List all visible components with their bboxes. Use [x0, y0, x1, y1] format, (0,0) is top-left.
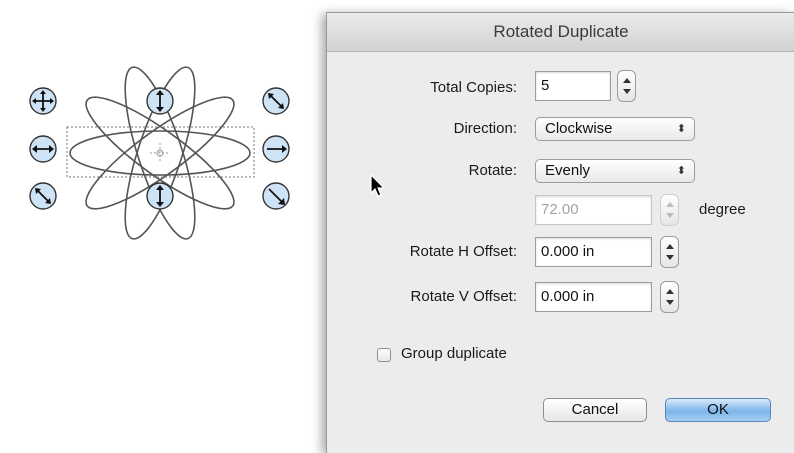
rotate-label: Rotate:	[468, 162, 517, 179]
drawing-canvas[interactable]	[0, 0, 330, 452]
h-offset-label: Rotate H Offset:	[409, 243, 517, 260]
group-duplicate-label[interactable]: Group duplicate	[401, 345, 507, 362]
pointer-cursor-icon	[370, 174, 386, 197]
popup-arrows-icon: ⬍	[676, 165, 686, 177]
popup-arrows-icon: ⬍	[676, 123, 686, 135]
rotated-shapes-drawing	[29, 66, 290, 240]
rotate-popup[interactable]: Evenly ⬍	[535, 159, 695, 183]
stepper-down-icon[interactable]	[666, 300, 674, 305]
angle-unit-label: degree	[699, 201, 746, 218]
direction-label: Direction:	[453, 120, 517, 137]
rotate-value: Evenly	[545, 162, 591, 179]
rotate-handle-icon[interactable]	[262, 87, 290, 115]
total-copies-stepper[interactable]	[617, 70, 636, 102]
diagonal-resize-icon[interactable]	[262, 182, 290, 210]
h-offset-field[interactable]: 0.000 in	[535, 237, 652, 267]
move-handle-icon[interactable]	[29, 87, 57, 115]
stepper-down-icon[interactable]	[623, 89, 631, 94]
angle-field[interactable]: 72.00	[535, 195, 652, 225]
direction-value: Clockwise	[545, 120, 613, 137]
center-marker-icon	[150, 143, 170, 163]
group-duplicate-checkbox[interactable]	[377, 348, 391, 362]
stepper-up-icon[interactable]	[623, 78, 631, 83]
v-offset-label: Rotate V Offset:	[410, 288, 517, 305]
stepper-up-icon[interactable]	[666, 289, 674, 294]
ok-button[interactable]: OK	[665, 398, 771, 422]
v-offset-stepper[interactable]	[660, 281, 679, 313]
cancel-button[interactable]: Cancel	[543, 398, 647, 422]
angle-stepper[interactable]	[660, 194, 679, 226]
total-copies-field[interactable]: 5	[535, 71, 611, 101]
v-offset-field[interactable]: 0.000 in	[535, 282, 652, 312]
resize-vertical-icon[interactable]	[146, 182, 174, 210]
resize-horizontal-icon[interactable]	[29, 135, 57, 163]
h-offset-stepper[interactable]	[660, 236, 679, 268]
total-copies-label: Total Copies:	[430, 79, 517, 96]
direction-popup[interactable]: Clockwise ⬍	[535, 117, 695, 141]
stepper-up-icon[interactable]	[666, 244, 674, 249]
stepper-up-icon[interactable]	[666, 202, 674, 207]
rotated-duplicate-dialog: Rotated Duplicate Total Copies: 5 Direct…	[326, 12, 794, 453]
stepper-down-icon[interactable]	[666, 213, 674, 218]
rotate-handle-icon[interactable]	[29, 182, 57, 210]
stepper-down-icon[interactable]	[666, 255, 674, 260]
resize-vertical-icon[interactable]	[146, 87, 174, 115]
dialog-title: Rotated Duplicate	[327, 13, 794, 52]
resize-horizontal-icon[interactable]	[262, 135, 290, 163]
